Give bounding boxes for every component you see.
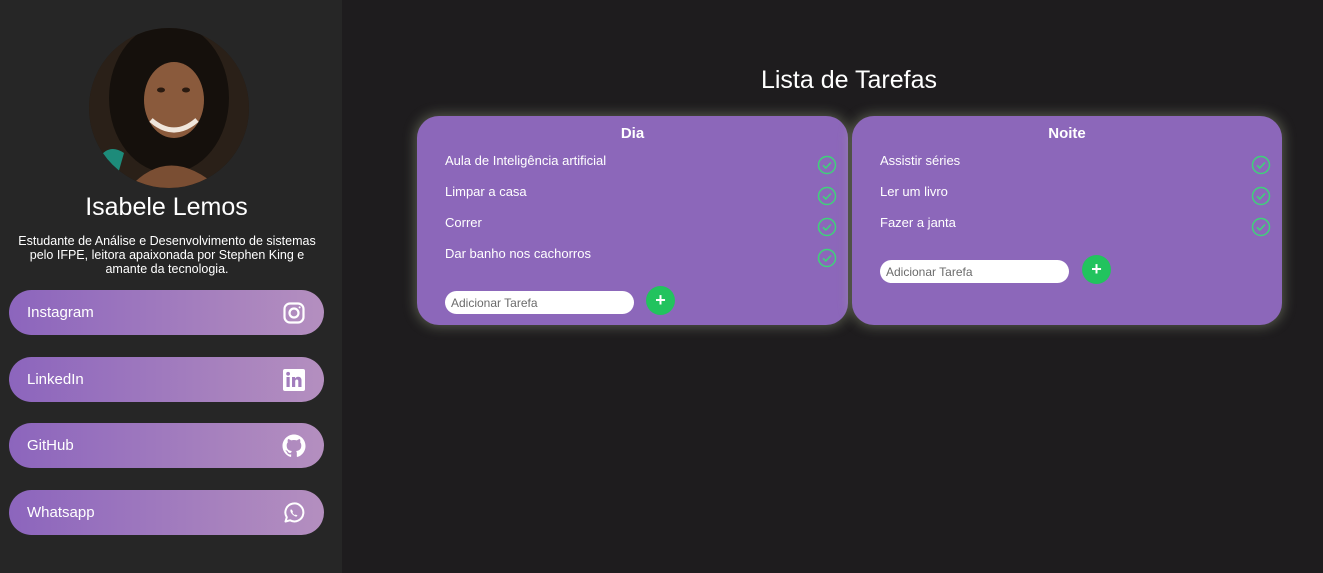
whatsapp-icon [282,501,306,525]
task-item: Ler um livro [880,184,1272,206]
add-task-input[interactable] [880,260,1069,283]
instagram-link[interactable]: Instagram [9,290,324,335]
avatar [89,28,249,188]
avatar-photo [89,28,249,188]
task-text: Correr [445,215,482,230]
check-icon[interactable] [817,186,837,206]
whatsapp-link-label: Whatsapp [27,504,95,521]
profile-sidebar: Isabele Lemos Estudante de Análise e Des… [0,0,342,573]
task-item: Limpar a casa [445,184,838,206]
instagram-link-label: Instagram [27,304,94,321]
github-icon [282,434,306,458]
github-link-label: GitHub [27,437,74,454]
add-task-button[interactable]: + [1082,255,1111,284]
linkedin-link-label: LinkedIn [27,371,84,388]
task-list-title: Dia [620,125,645,142]
linkedin-icon [282,368,306,392]
task-item: Dar banho nos cachorros [445,246,838,268]
task-text: Assistir séries [880,153,961,168]
task-item: Correr [445,215,838,237]
add-task-button[interactable]: + [646,286,675,315]
check-icon[interactable] [1251,186,1271,206]
task-list-day: Dia Aula de Inteligência artificial Limp… [417,116,848,325]
check-icon[interactable] [1251,155,1271,175]
task-item: Aula de Inteligência artificial [445,153,838,175]
check-icon[interactable] [817,155,837,175]
task-list-night: Noite Assistir séries Ler um livro Fazer… [852,116,1282,325]
profile-bio: Estudante de Análise e Desenvolvimento d… [18,234,316,276]
task-text: Dar banho nos cachorros [445,246,591,261]
task-text: Fazer a janta [880,215,956,230]
instagram-icon [282,301,306,325]
add-task-input[interactable] [445,291,634,314]
whatsapp-link[interactable]: Whatsapp [9,490,324,535]
task-text: Ler um livro [880,184,948,199]
github-link[interactable]: GitHub [9,423,324,468]
check-icon[interactable] [817,217,837,237]
check-icon[interactable] [817,248,837,268]
linkedin-link[interactable]: LinkedIn [9,357,324,402]
check-icon[interactable] [1251,217,1271,237]
task-text: Limpar a casa [445,184,527,199]
task-text: Aula de Inteligência artificial [445,153,607,168]
profile-name: Isabele Lemos [85,193,248,221]
page-title: Lista de Tarefas [760,66,938,94]
task-list-title: Noite [1048,125,1086,142]
task-item: Fazer a janta [880,215,1272,237]
task-item: Assistir séries [880,153,1272,175]
